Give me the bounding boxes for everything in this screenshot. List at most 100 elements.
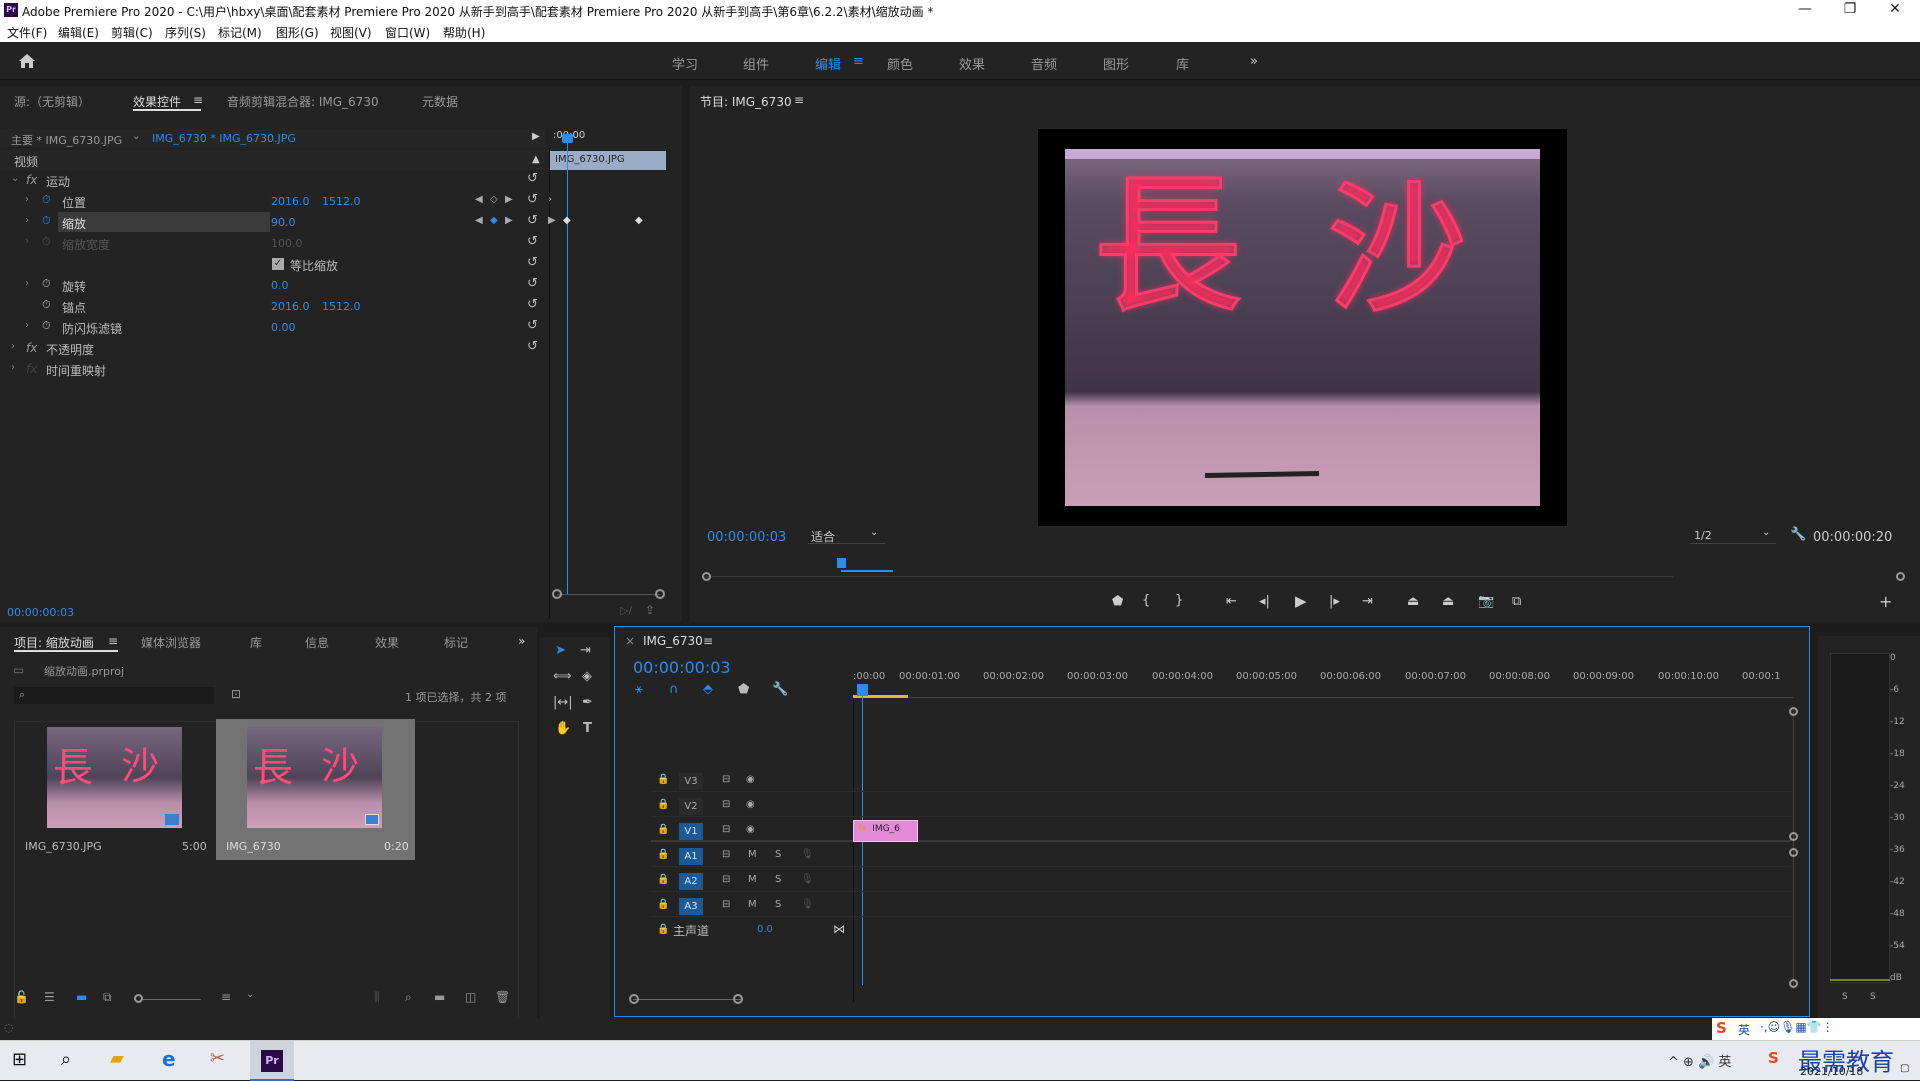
trash-icon[interactable]: 🗑 (495, 990, 510, 1004)
scroll-up-icon[interactable]: ▲ (532, 154, 540, 165)
track-target-a2[interactable]: A2 (679, 873, 703, 890)
sync-lock-icon[interactable]: ⊟ (722, 824, 730, 835)
reset-icon[interactable]: ↺ (527, 276, 538, 291)
scroll-handle[interactable] (1789, 848, 1798, 857)
track-target-v3[interactable]: V3 (679, 773, 703, 790)
master-clip-label[interactable]: 主要 * IMG_6730.JPG (11, 132, 122, 148)
sync-lock-icon[interactable]: ⊟ (722, 899, 730, 910)
resolution-dropdown[interactable]: 1/2 ⌄ (1690, 527, 1776, 544)
next-keyframe-icon[interactable]: ▶ (505, 194, 513, 205)
video-frame[interactable]: 長 沙 (1038, 129, 1567, 526)
new-bin-icon[interactable]: ▬ (434, 990, 445, 1004)
reset-icon[interactable]: ↺ (527, 171, 538, 186)
workspace-tab-color[interactable]: 颜色 (887, 54, 913, 73)
workspace-more-icon[interactable]: » (1250, 54, 1258, 69)
solo-button[interactable]: S (775, 874, 781, 885)
rotation-value[interactable]: 0.0 (271, 279, 289, 292)
new-bin-from-search-icon[interactable]: ⊡ (231, 687, 241, 701)
ec-playhead-handle[interactable] (562, 134, 573, 143)
pen-tool-icon[interactable]: ✒ (582, 695, 593, 710)
expand-arrow-icon[interactable]: › (25, 194, 29, 205)
sogou-ime-icon[interactable]: S (1716, 1019, 1727, 1037)
expand-arrow-icon[interactable]: › (25, 278, 29, 289)
uniform-scale-checkbox[interactable]: ✓ (272, 258, 284, 270)
reset-icon[interactable]: ↺ (527, 192, 538, 207)
track-lock-icon[interactable]: 🔒 (657, 924, 669, 935)
position-x-value[interactable]: 2016.0 (271, 195, 310, 208)
go-to-in-icon[interactable]: ⇤ (1226, 594, 1237, 609)
freeform-view-icon[interactable]: ⧉ (103, 990, 112, 1005)
program-timecode[interactable]: 00:00:00:03 (707, 530, 786, 545)
workspace-tab-assembly[interactable]: 组件 (743, 54, 769, 73)
workspace-tab-audio[interactable]: 音频 (1031, 54, 1057, 73)
menu-sequence[interactable]: 序列(S) (165, 24, 206, 41)
add-marker-icon[interactable]: ⬟ (738, 682, 749, 697)
sync-lock-icon[interactable]: ⊟ (722, 874, 730, 885)
windows-start-icon[interactable]: ⊞ (12, 1049, 27, 1070)
expand-arrow-icon[interactable]: › (11, 362, 15, 373)
menu-file[interactable]: 文件(F) (7, 24, 47, 41)
camera-icon[interactable]: 📷 (1478, 594, 1494, 609)
menu-marker[interactable]: 标记(M) (218, 24, 262, 41)
track-target-v1[interactable]: V1 (679, 823, 703, 840)
expand-arrow-icon[interactable]: › (11, 341, 15, 352)
lock-icon[interactable]: 🔓 (14, 990, 29, 1004)
eye-icon[interactable]: ◉ (746, 824, 755, 835)
tab-metadata[interactable]: 元数据 (422, 93, 458, 110)
timeline-playhead-handle[interactable] (857, 684, 868, 696)
lift-icon[interactable]: ⏏ (1407, 594, 1419, 609)
timeline-timecode[interactable]: 00:00:00:03 (633, 658, 731, 677)
extract-icon[interactable]: ⏏ (1442, 594, 1454, 609)
step-forward-icon[interactable]: |▸ (1329, 594, 1340, 609)
ime-language[interactable]: 英 (1738, 1021, 1750, 1038)
filter-icon[interactable]: ▷/ (620, 604, 632, 617)
snipping-tool-icon[interactable]: ✂ (210, 1048, 225, 1069)
microphone-icon[interactable]: 🎙 (801, 899, 814, 910)
solo-button[interactable]: S (775, 849, 781, 860)
ec-zoom-track[interactable] (557, 594, 661, 595)
workspace-tab-libraries[interactable]: 库 (1176, 54, 1189, 73)
minimize-icon[interactable]: — (1790, 1, 1820, 17)
sync-lock-icon[interactable]: ⊟ (722, 849, 730, 860)
expand-arrow-icon[interactable]: › (25, 215, 29, 226)
anchor-x-value[interactable]: 2016.0 (271, 300, 310, 313)
tab-info[interactable]: 信息 (305, 634, 329, 651)
tab-project[interactable]: 项目: 缩放动画 (14, 634, 94, 651)
home-icon[interactable] (18, 53, 36, 69)
timeline-clip[interactable]: fx IMG_6 (853, 820, 918, 842)
chevron-down-icon[interactable]: ⌄ (246, 989, 254, 1000)
mute-button[interactable]: M (748, 899, 757, 910)
add-marker-icon[interactable]: ⬟ (1112, 594, 1123, 609)
ripple-edit-tool-icon[interactable]: ⟺ (553, 669, 572, 684)
tab-sequence[interactable]: IMG_6730 (643, 634, 703, 648)
sync-lock-icon[interactable]: ⊟ (722, 774, 730, 785)
mark-out-icon[interactable]: } (1175, 593, 1183, 608)
type-tool-icon[interactable]: T (583, 721, 592, 736)
ec-playhead[interactable] (567, 134, 568, 594)
workspace-tab-learn[interactable]: 学习 (672, 54, 698, 73)
panel-menu-icon[interactable]: ≡ (193, 93, 203, 107)
scrubber-zoom-handle[interactable] (702, 572, 711, 581)
panel-menu-icon[interactable]: ≡ (703, 634, 713, 648)
time-remap-row[interactable]: › fx 时间重映射 (0, 359, 545, 379)
add-keyframe-icon[interactable]: ◇ (490, 194, 498, 205)
menu-window[interactable]: 窗口(W) (385, 24, 430, 41)
file-explorer-icon[interactable]: ▰ (110, 1048, 124, 1069)
project-search-input[interactable]: ⌕ (14, 687, 214, 704)
snap-icon[interactable]: ∩ (669, 682, 679, 697)
new-item-icon[interactable]: ◫ (465, 990, 476, 1004)
reset-icon[interactable]: ↺ (527, 234, 538, 249)
sync-lock-icon[interactable]: ⊟ (722, 799, 730, 810)
linked-selection-icon[interactable]: ⬘ (703, 682, 713, 697)
find-icon[interactable]: ⌕ (405, 990, 412, 1005)
panel-menu-icon[interactable]: ≡ (108, 634, 118, 648)
microphone-icon[interactable]: 🎙 (801, 874, 814, 885)
collapse-arrow-icon[interactable]: ⌄ (11, 173, 19, 184)
flicker-value[interactable]: 0.00 (271, 321, 296, 334)
hand-tool-icon[interactable]: ✋ (555, 721, 571, 736)
solo-button[interactable]: S (775, 899, 781, 910)
track-lock-icon[interactable]: 🔒 (657, 899, 669, 910)
thumb-size-slider[interactable] (141, 999, 201, 1000)
menu-edit[interactable]: 编辑(E) (58, 24, 99, 41)
master-volume-value[interactable]: 0.0 (757, 924, 773, 935)
